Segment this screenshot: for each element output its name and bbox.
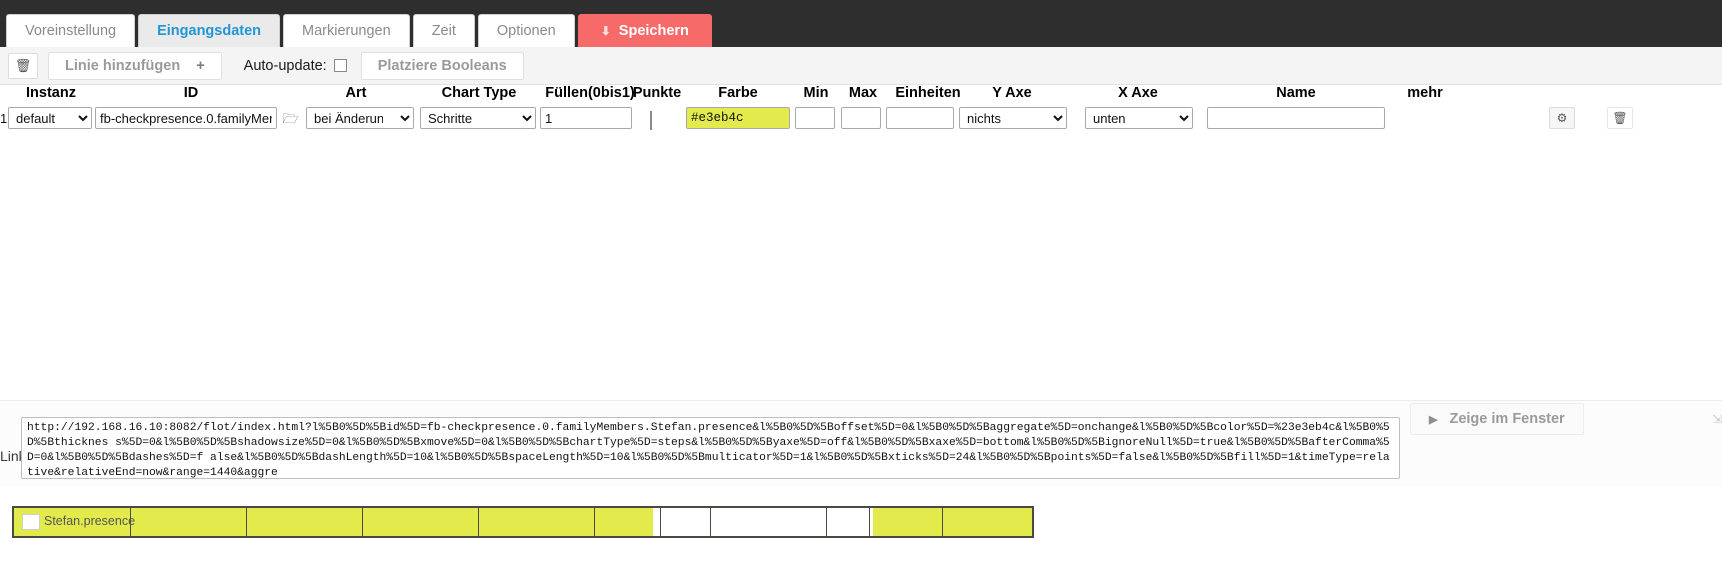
chart-segment <box>873 508 1032 536</box>
punkte-checkbox[interactable] <box>650 111 652 130</box>
chart-gridline <box>478 508 480 536</box>
column-header-instanz: Instanz <box>26 85 76 101</box>
chart-plot-area <box>14 508 1032 536</box>
cell-farbe <box>686 107 790 129</box>
column-header-art: Art <box>345 85 367 101</box>
instanz-select[interactable]: default <box>8 107 92 129</box>
id-input[interactable] <box>95 107 277 129</box>
column-header-min: Min <box>803 85 829 101</box>
delete-all-button[interactable]: 🗑 <box>8 52 38 79</box>
tab-label: Zeit <box>431 23 456 39</box>
trash-icon: 🗑 <box>14 57 32 73</box>
auto-update-checkbox[interactable] <box>333 59 347 72</box>
cell-instanz: default <box>8 107 92 129</box>
cell-art: bei Änderung <box>306 107 414 129</box>
row-settings-button[interactable]: ⚙ <box>1549 107 1575 129</box>
cell-settings: ⚙ <box>1549 107 1575 129</box>
show-in-window-button[interactable]: ▶ Zeige im Fenster <box>1410 403 1584 435</box>
link-url-textarea[interactable]: http://192.168.16.10:8082/flot/index.htm… <box>21 417 1400 479</box>
column-header-name: Name <box>1276 85 1316 101</box>
column-header-id: ID <box>183 85 199 101</box>
cell-einheiten <box>886 107 954 129</box>
place-booleans-button[interactable]: Platziere Booleans <box>360 51 524 80</box>
column-header-farbe: Farbe <box>718 85 758 101</box>
column-header-punkte: Punkte <box>632 85 682 101</box>
cell-xaxe: unten <box>1085 107 1193 129</box>
cell-max <box>841 107 881 129</box>
column-header-xaxe: X Axe <box>1118 85 1158 101</box>
tab-label: Markierungen <box>302 23 391 39</box>
table-row: 1 default 🗁 bei Änderung Schritte <box>0 107 1722 133</box>
legend-color-box <box>22 514 40 530</box>
chart-gridline <box>362 508 364 536</box>
cell-delete: 🗑 <box>1607 107 1633 129</box>
column-header-max: Max <box>848 85 878 101</box>
name-input[interactable] <box>1207 107 1385 129</box>
tab-label: Optionen <box>496 23 556 39</box>
cell-charttype: Schritte <box>420 107 536 129</box>
max-input[interactable] <box>841 107 881 129</box>
folder-icon[interactable]: 🗁 <box>281 111 299 131</box>
art-select[interactable]: bei Änderung <box>306 107 414 129</box>
legend-label: Stefan.presence <box>44 514 136 528</box>
tab-bar: Voreinstellung Eingangsdaten Markierunge… <box>0 0 1722 47</box>
column-header-fuellen: Füllen(0bis1) <box>545 85 635 101</box>
cell-min <box>795 107 835 129</box>
cell-fuellen <box>540 107 632 129</box>
flot-chart-editor-page: Voreinstellung Eingangsdaten Markierunge… <box>0 0 1722 580</box>
cell-punkte <box>650 111 652 130</box>
resize-handle-icon[interactable]: ⇲ <box>1712 412 1722 426</box>
chart-gridline <box>826 508 828 536</box>
auto-update-control: Auto-update: <box>244 58 347 74</box>
chart-gridline <box>246 508 248 536</box>
save-button[interactable]: ⬇ Speichern <box>577 14 712 47</box>
tab-label: Voreinstellung <box>25 23 117 39</box>
tab-eingangsdaten[interactable]: Eingangsdaten <box>138 14 281 47</box>
chart-gridline <box>869 508 871 536</box>
yaxe-select[interactable]: nichts <box>959 107 1067 129</box>
tab-zeit[interactable]: Zeit <box>412 14 475 47</box>
cell-id: 🗁 <box>95 107 299 131</box>
play-icon: ▶ <box>1429 413 1438 426</box>
farbe-input[interactable] <box>686 107 790 129</box>
tab-optionen[interactable]: Optionen <box>477 14 575 47</box>
xaxe-select[interactable]: unten <box>1085 107 1193 129</box>
column-header-charttype: Chart Type <box>441 85 517 101</box>
toolbar: 🗑 Linie hinzufügen + Auto-update: Platzi… <box>0 47 1722 85</box>
column-header-row: Instanz ID Art Chart Type Füllen(0bis1) … <box>0 85 1722 103</box>
show-in-window-label: Zeige im Fenster <box>1449 411 1565 427</box>
gear-icon: ⚙ <box>1556 111 1568 125</box>
add-line-button[interactable]: Linie hinzufügen + <box>48 51 222 80</box>
fuellen-input[interactable] <box>540 107 632 129</box>
tab-markierungen[interactable]: Markierungen <box>283 14 410 47</box>
chart-gridline <box>710 508 712 536</box>
min-input[interactable] <box>795 107 835 129</box>
charttype-select[interactable]: Schritte <box>420 107 536 129</box>
chart-gridline <box>594 508 596 536</box>
tab-label: Eingangsdaten <box>157 23 262 39</box>
add-line-label: Linie hinzufügen <box>65 57 181 74</box>
chart-gridline <box>660 508 662 536</box>
presence-chart[interactable]: Stefan.presence <box>12 506 1034 538</box>
place-booleans-label: Platziere Booleans <box>377 57 507 74</box>
cell-yaxe: nichts <box>959 107 1067 129</box>
chart-gridline <box>942 508 944 536</box>
row-number: 1 <box>0 111 8 126</box>
save-button-label: Speichern <box>618 22 689 39</box>
cell-name <box>1207 107 1385 129</box>
download-icon: ⬇ <box>600 23 611 38</box>
column-header-mehr: mehr <box>1407 85 1443 101</box>
row-delete-button[interactable]: 🗑 <box>1607 107 1633 129</box>
trash-icon: 🗑 <box>1612 111 1628 125</box>
tab-voreinstellung[interactable]: Voreinstellung <box>6 14 136 47</box>
plus-icon: + <box>196 57 205 74</box>
auto-update-label: Auto-update: <box>243 57 327 74</box>
column-header-yaxe: Y Axe <box>992 85 1032 101</box>
einheiten-input[interactable] <box>886 107 954 129</box>
